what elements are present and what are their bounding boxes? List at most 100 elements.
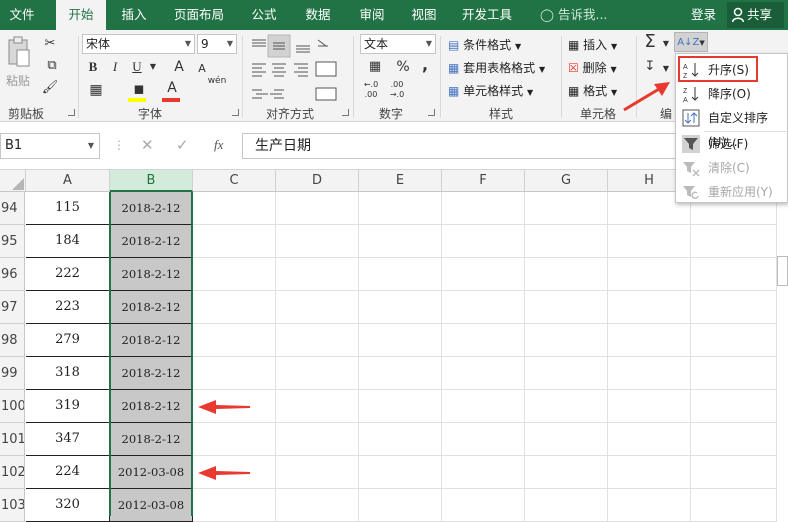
empty-cell[interactable] [608, 456, 691, 489]
empty-cell[interactable] [193, 258, 276, 291]
tab-view[interactable]: 视图 [404, 0, 444, 30]
empty-cell[interactable] [608, 489, 691, 522]
empty-cell[interactable] [525, 225, 608, 258]
column-header-d[interactable]: D [276, 170, 359, 192]
empty-cell[interactable] [525, 258, 608, 291]
grow-font-button[interactable]: A [170, 57, 188, 77]
empty-cell[interactable] [442, 423, 525, 456]
empty-cell[interactable] [442, 390, 525, 423]
font-name-combo[interactable]: 宋体 ▼ [82, 34, 195, 54]
empty-cell[interactable] [525, 357, 608, 390]
empty-cell[interactable] [525, 192, 608, 225]
menu-clear-filter[interactable]: 清除(C) [676, 156, 788, 180]
insert-function-button[interactable]: fx [214, 137, 223, 153]
cell-a[interactable]: 184 [26, 225, 110, 258]
cell-b[interactable]: 2018-2-12 [110, 258, 193, 291]
empty-cell[interactable] [193, 489, 276, 522]
cell-b[interactable]: 2018-2-12 [110, 324, 193, 357]
empty-cell[interactable] [691, 489, 777, 522]
chevron-down-icon[interactable]: ▼ [148, 57, 158, 77]
increase-decimal-icon[interactable]: ←.0.00 [360, 80, 382, 100]
empty-cell[interactable] [276, 357, 359, 390]
empty-cell[interactable] [193, 423, 276, 456]
empty-cell[interactable] [276, 423, 359, 456]
empty-cell[interactable] [359, 258, 442, 291]
column-header-c[interactable]: C [193, 170, 276, 192]
number-launcher-icon[interactable] [428, 109, 435, 116]
row-header[interactable]: 102 [0, 456, 25, 489]
copy-icon[interactable]: ⧉ [40, 56, 64, 76]
name-box[interactable]: B1 ▼ [0, 133, 100, 159]
font-color-button[interactable]: A [164, 78, 180, 98]
empty-cell[interactable] [276, 390, 359, 423]
tab-developer[interactable]: 开发工具 [454, 0, 520, 30]
clipboard-launcher-icon[interactable] [68, 109, 75, 116]
cell-a[interactable]: 224 [26, 456, 110, 489]
empty-cell[interactable] [608, 324, 691, 357]
cell-a[interactable]: 115 [26, 192, 110, 225]
row-header[interactable]: 101 [0, 423, 25, 456]
empty-cell[interactable] [442, 324, 525, 357]
cell-a[interactable]: 279 [26, 324, 110, 357]
empty-cell[interactable] [691, 390, 777, 423]
number-format-combo[interactable]: 文本 ▼ [360, 34, 436, 54]
enter-icon[interactable]: ✓ [176, 136, 189, 154]
tab-insert[interactable]: 插入 [112, 0, 156, 30]
cancel-icon[interactable]: ✕ [141, 136, 154, 154]
select-all-corner[interactable] [0, 170, 26, 192]
empty-cell[interactable] [442, 456, 525, 489]
empty-cell[interactable] [525, 324, 608, 357]
bold-button[interactable]: B [84, 57, 102, 77]
cell-b[interactable]: 2018-2-12 [110, 291, 193, 324]
empty-cell[interactable] [276, 225, 359, 258]
column-header-g[interactable]: G [525, 170, 608, 192]
empty-cell[interactable] [193, 225, 276, 258]
empty-cell[interactable] [359, 192, 442, 225]
row-header[interactable]: 95 [0, 225, 25, 258]
empty-cell[interactable] [359, 390, 442, 423]
tab-home[interactable]: 开始 [56, 0, 106, 31]
empty-cell[interactable] [442, 258, 525, 291]
empty-cell[interactable] [442, 357, 525, 390]
sort-filter-button[interactable]: A↓Z▼ [674, 32, 708, 52]
cell-b[interactable]: 2018-2-12 [110, 390, 193, 423]
empty-cell[interactable] [276, 291, 359, 324]
cell-b[interactable]: 2018-2-12 [110, 423, 193, 456]
row-header[interactable]: 99 [0, 357, 25, 390]
menu-sort-descending[interactable]: ZA 降序(O) [676, 82, 788, 106]
empty-cell[interactable] [691, 258, 777, 291]
tab-page-layout[interactable]: 页面布局 [166, 0, 232, 30]
empty-cell[interactable] [691, 225, 777, 258]
alignment-buttons-icon[interactable] [248, 34, 340, 102]
cell-a[interactable]: 223 [26, 291, 110, 324]
empty-cell[interactable] [276, 456, 359, 489]
chevron-down-icon[interactable]: ▼ [662, 59, 670, 79]
font-launcher-icon[interactable] [232, 109, 239, 116]
column-header-e[interactable]: E [359, 170, 442, 192]
empty-cell[interactable] [525, 390, 608, 423]
column-header-f[interactable]: F [442, 170, 525, 192]
cell-b[interactable]: 2012-03-08 [110, 489, 193, 522]
paste-icon[interactable] [6, 36, 30, 70]
italic-button[interactable]: I [106, 57, 124, 77]
empty-cell[interactable] [359, 291, 442, 324]
share-button[interactable]: 共享 [727, 2, 784, 28]
vertical-scrollbar-thumb[interactable] [777, 256, 788, 286]
empty-cell[interactable] [193, 357, 276, 390]
empty-cell[interactable] [608, 423, 691, 456]
row-header[interactable]: 97 [0, 291, 25, 324]
empty-cell[interactable] [525, 291, 608, 324]
underline-button[interactable]: U [128, 57, 146, 77]
empty-cell[interactable] [193, 324, 276, 357]
menu-reapply-filter[interactable]: 重新应用(Y) [676, 180, 788, 204]
empty-cell[interactable] [691, 423, 777, 456]
empty-cell[interactable] [359, 423, 442, 456]
empty-cell[interactable] [359, 225, 442, 258]
tell-me-box[interactable]: ◯ 告诉我... [540, 0, 607, 30]
fill-down-icon[interactable]: ↧ [640, 57, 660, 77]
font-size-combo[interactable]: 9 ▼ [197, 34, 237, 54]
menu-sort-ascending[interactable]: AZ 升序(S) [676, 58, 788, 82]
empty-cell[interactable] [359, 489, 442, 522]
cell-a[interactable]: 222 [26, 258, 110, 291]
row-header[interactable]: 94 [0, 192, 25, 225]
